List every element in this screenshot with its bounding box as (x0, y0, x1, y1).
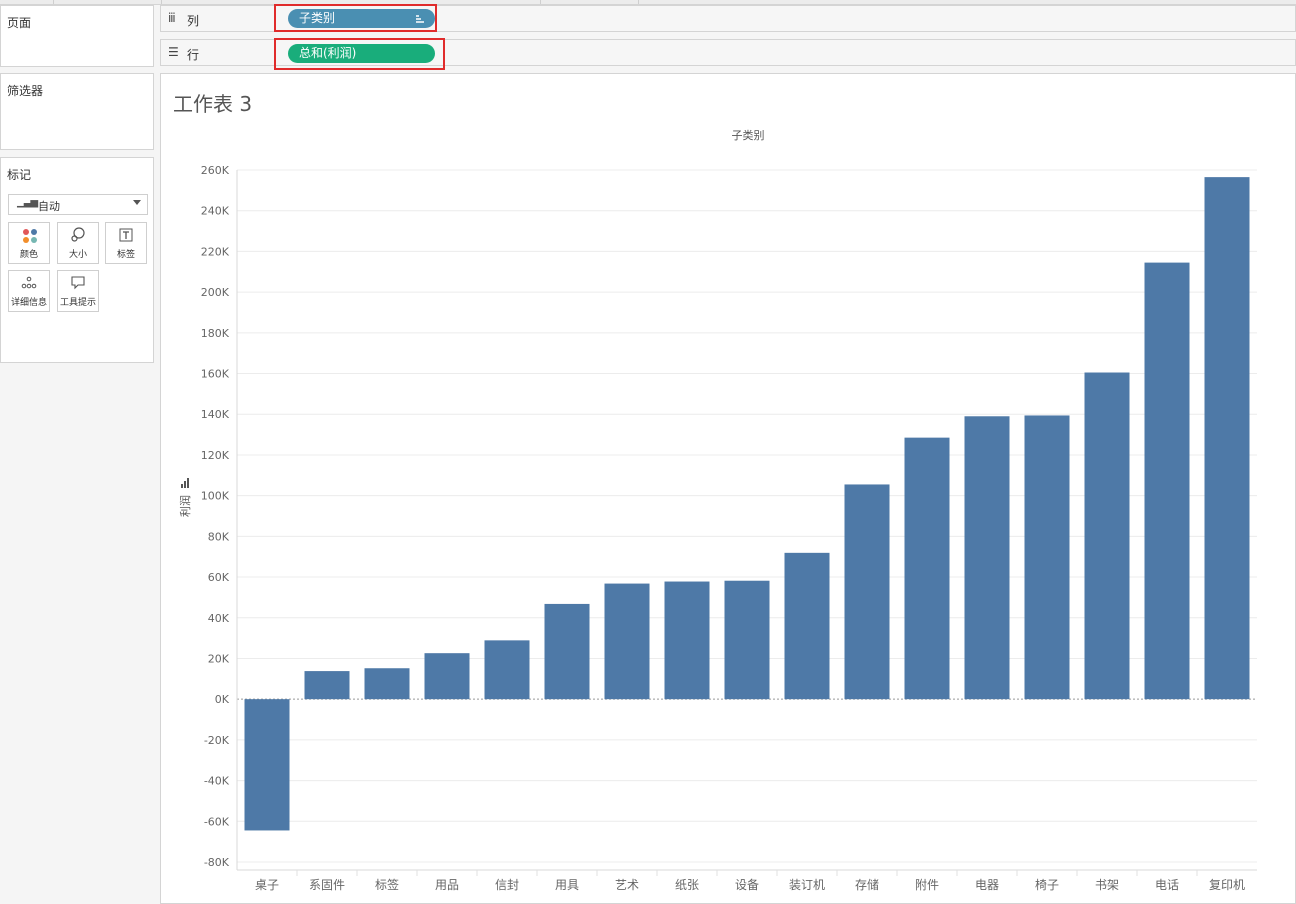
x-tick-label[interactable]: 信封 (495, 878, 519, 892)
y-axis-label-icon (181, 478, 189, 488)
x-tick-label[interactable]: 附件 (915, 878, 939, 892)
rows-pill-highlight (274, 38, 445, 70)
bar[interactable] (424, 653, 470, 700)
text-label-icon (106, 227, 146, 245)
pages-panel[interactable]: 页面 (0, 5, 154, 67)
mark-type-value: 自动 (38, 200, 60, 213)
y-tick-label: 80K (208, 530, 230, 543)
x-tick-label[interactable]: 电话 (1155, 878, 1179, 892)
detail-card-label: 详细信息 (10, 298, 47, 308)
bar[interactable] (724, 580, 770, 700)
color-card[interactable]: 颜色 (8, 222, 50, 264)
x-tick-label[interactable]: 设备 (735, 878, 759, 892)
y-tick-label: 240K (201, 205, 230, 218)
chart-header-title: 子类别 (732, 128, 765, 142)
bar[interactable] (1084, 372, 1130, 700)
x-tick-label[interactable]: 电器 (975, 878, 999, 892)
mark-type-dropdown[interactable]: ▁▃▅ 自动 (8, 194, 148, 215)
rows-icon: ☰ (168, 45, 179, 59)
bar[interactable] (1144, 262, 1190, 700)
x-tick-label[interactable]: 椅子 (1035, 878, 1059, 892)
y-tick-label: 0K (215, 693, 230, 706)
filters-panel-title: 筛选器 (7, 84, 44, 98)
bar[interactable] (964, 416, 1010, 700)
tooltip-icon (58, 275, 98, 293)
bar[interactable] (844, 484, 890, 700)
tooltip-card-label: 工具提示 (59, 298, 96, 308)
bar-chart-icon: ▁▃▅ (17, 197, 38, 208)
y-axis-label: 利润 (178, 495, 192, 517)
y-tick-label: 260K (201, 164, 230, 177)
strip-divider (540, 0, 541, 4)
y-tick-label: 140K (201, 408, 230, 421)
marks-panel: 标记 ▁▃▅ 自动 颜色 大小 标签 详细信息 工具提示 (0, 157, 154, 363)
bar-chart: 子类别 利润 260K 240K 220K 200K 180K 160K 140K 120K 1… (178, 128, 1257, 892)
pages-panel-title: 页面 (7, 16, 32, 30)
x-tick-label[interactable]: 艺术 (615, 878, 639, 892)
chevron-down-icon[interactable] (133, 200, 141, 205)
x-tick-label[interactable]: 系固件 (309, 878, 345, 892)
color-card-label: 颜色 (19, 250, 38, 260)
bar[interactable] (604, 583, 650, 700)
size-card[interactable]: 大小 (57, 222, 99, 264)
detail-card[interactable]: 详细信息 (8, 270, 50, 312)
size-icon (58, 227, 98, 245)
strip-divider (161, 0, 162, 4)
bar[interactable] (1024, 415, 1070, 700)
y-tick-label: -20K (204, 734, 230, 747)
y-tick-label: 220K (201, 245, 230, 258)
columns-icon: ⅲ (168, 11, 176, 25)
color-dots-icon (23, 229, 37, 243)
x-tick-label[interactable]: 装订机 (789, 878, 825, 892)
tooltip-card[interactable]: 工具提示 (57, 270, 99, 312)
size-card-label: 大小 (68, 250, 87, 260)
marks-panel-title: 标记 (7, 168, 32, 182)
bar[interactable] (664, 581, 710, 700)
worksheet-area: 工作表 3 子类别 利润 260K 240K 220K 200K 180K 160K 140… (160, 73, 1296, 904)
y-tick-label: 100K (201, 490, 230, 503)
y-tick-label: -80K (204, 856, 230, 869)
y-tick-label: 160K (201, 368, 230, 381)
bar[interactable] (244, 699, 290, 831)
bar[interactable] (304, 671, 350, 700)
y-tick-label: -40K (204, 775, 230, 788)
y-tick-label: 20K (208, 652, 230, 665)
x-tick-label[interactable]: 纸张 (675, 878, 699, 892)
detail-dots-icon (9, 275, 49, 293)
columns-shelf-label: 列 (187, 14, 200, 28)
bar[interactable] (784, 552, 830, 700)
x-tick-label[interactable]: 用品 (435, 878, 459, 892)
bar[interactable] (544, 603, 590, 700)
y-tick-label: 200K (201, 286, 230, 299)
y-tick-label: 180K (201, 327, 230, 340)
label-card-label: 标签 (116, 250, 135, 260)
rows-shelf-label: 行 (187, 48, 200, 62)
strip-divider (638, 0, 639, 4)
y-tick-label: 40K (208, 612, 230, 625)
x-tick-label[interactable]: 用具 (555, 878, 579, 892)
bar[interactable] (1204, 177, 1250, 700)
filters-panel[interactable]: 筛选器 (0, 73, 154, 150)
bar[interactable] (484, 640, 530, 700)
y-tick-label: 120K (201, 449, 230, 462)
bar[interactable] (364, 668, 410, 700)
x-tick-label[interactable]: 存储 (855, 877, 879, 892)
label-card[interactable]: 标签 (105, 222, 147, 264)
y-tick-label: 60K (208, 571, 230, 584)
y-tick-label: -60K (204, 815, 230, 828)
x-tick-label[interactable]: 标签 (375, 877, 399, 892)
bar[interactable] (904, 437, 950, 700)
columns-pill-highlight (274, 4, 437, 32)
x-tick-label[interactable]: 复印机 (1209, 878, 1245, 892)
x-tick-label[interactable]: 书架 (1095, 878, 1119, 892)
x-tick-label[interactable]: 桌子 (255, 878, 279, 892)
strip-divider (53, 0, 54, 4)
